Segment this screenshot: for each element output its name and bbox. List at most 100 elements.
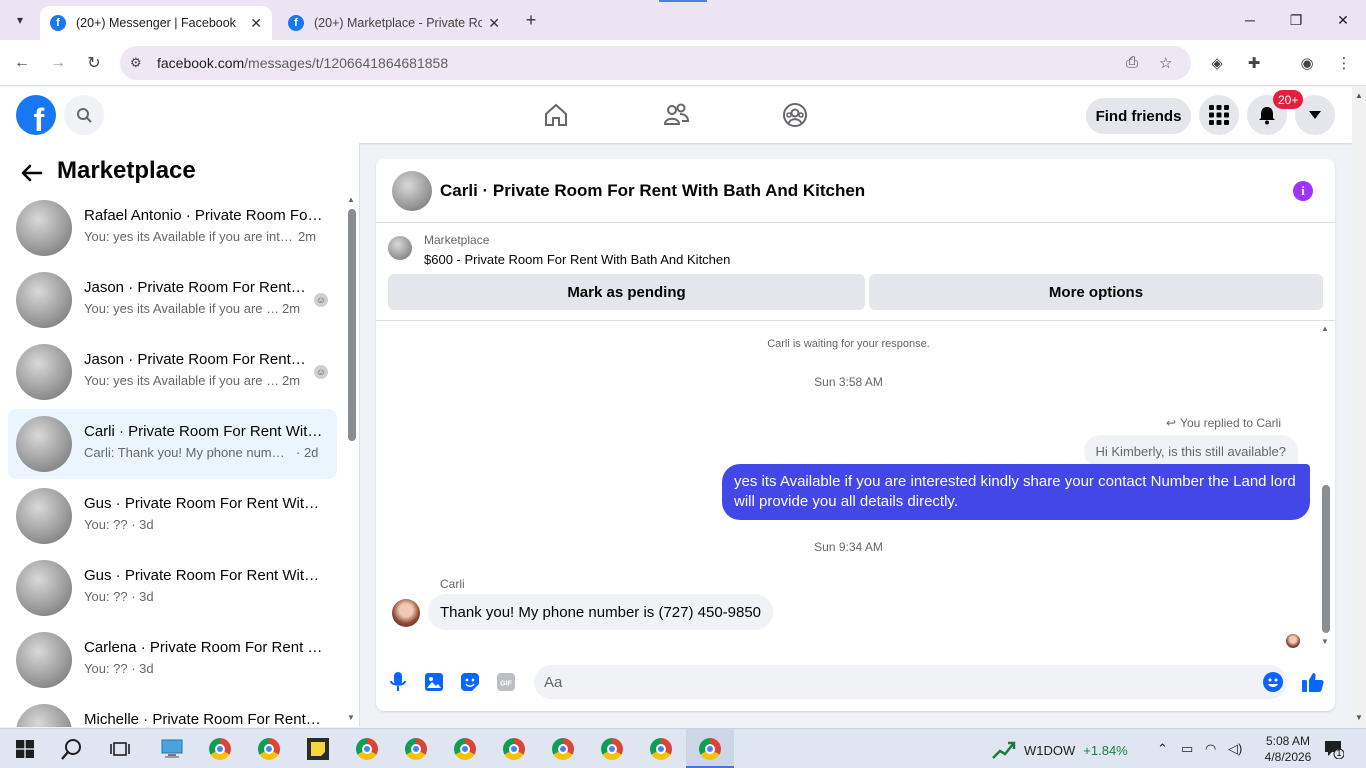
- browser-tab-messenger[interactable]: f (20+) Messenger | Facebook ✕: [40, 6, 272, 40]
- tab-search-button[interactable]: ▾: [8, 8, 32, 32]
- volume-icon[interactable]: ◁): [1228, 741, 1242, 757]
- message-input[interactable]: [534, 665, 1287, 699]
- address-bar[interactable]: ⚙ facebook.com/messages/t/12066418646818…: [120, 46, 1191, 80]
- menu-button[interactable]: [1199, 95, 1239, 135]
- battery-icon[interactable]: ▭: [1181, 741, 1193, 757]
- attach-photo-button[interactable]: [423, 671, 445, 693]
- back-button[interactable]: ←: [10, 51, 34, 75]
- taskbar-chrome-8[interactable]: [599, 736, 625, 762]
- close-tab-icon[interactable]: ✕: [488, 15, 500, 32]
- conversation-time: 2m: [298, 229, 317, 244]
- reload-button[interactable]: ↻: [82, 51, 106, 75]
- chat-avatar[interactable]: [392, 171, 432, 211]
- conversation-preview: You: yes its Available if you are intere…: [84, 301, 280, 316]
- facebook-favicon-icon: f: [288, 15, 304, 31]
- taskbar-sticky-notes[interactable]: [305, 736, 331, 762]
- conversation-item-selected[interactable]: Carli · Private Room For Rent With Bath …: [8, 409, 337, 479]
- replied-text: You replied to Carli: [1180, 416, 1281, 430]
- scroll-up-arrow[interactable]: ▲: [347, 195, 355, 204]
- sticker-button[interactable]: [459, 671, 481, 693]
- conversation-item[interactable]: Gus · Private Room For Rent With Bath An…: [8, 553, 337, 623]
- nav-groups[interactable]: [779, 99, 811, 131]
- taskbar-chrome-5[interactable]: [452, 736, 478, 762]
- taskbar-chrome-2[interactable]: [256, 736, 282, 762]
- restore-window-button[interactable]: ❐: [1284, 8, 1308, 32]
- facebook-favicon-icon: f: [50, 15, 66, 31]
- facebook-logo[interactable]: f: [16, 95, 56, 135]
- taskbar-chrome-6[interactable]: [501, 736, 527, 762]
- notification-center-button[interactable]: 1: [1324, 739, 1345, 760]
- browser-tab-strip: ▾ f (20+) Messenger | Facebook ✕ f (20+)…: [0, 0, 1366, 40]
- home-icon: [545, 103, 567, 126]
- gif-button[interactable]: GIF: [495, 671, 517, 693]
- conversation-item[interactable]: Carlena · Private Room For Rent With Bat…: [8, 625, 337, 695]
- taskbar-chrome-9[interactable]: [648, 736, 674, 762]
- close-tab-icon[interactable]: ✕: [250, 15, 262, 32]
- scroll-down-arrow[interactable]: ▼: [347, 713, 355, 722]
- wifi-icon[interactable]: ◠: [1205, 741, 1216, 757]
- conversation-item[interactable]: Jason · Private Room For Rent With Bath …: [8, 265, 337, 335]
- taskbar-chrome-active[interactable]: [697, 736, 723, 762]
- chrome-icon: [209, 738, 231, 760]
- page-scroll-up-arrow[interactable]: ▲: [1355, 91, 1363, 100]
- close-window-button[interactable]: ✕: [1331, 8, 1355, 32]
- page-scrollbar[interactable]: ▲ ▼: [1352, 87, 1366, 728]
- start-button[interactable]: [12, 736, 38, 762]
- nav-home[interactable]: [540, 99, 572, 131]
- back-to-chats-button[interactable]: [19, 160, 45, 186]
- sticky-notes-icon: [307, 738, 329, 760]
- taskbar-chrome-7[interactable]: [550, 736, 576, 762]
- conversation-name: Rafael Antonio · Private Room For Rent W…: [84, 207, 324, 224]
- outgoing-message[interactable]: yes its Available if you are interested …: [722, 464, 1310, 520]
- extensions-puzzle-icon[interactable]: ✚: [1243, 52, 1265, 74]
- taskbar-pc-app[interactable]: [159, 736, 185, 762]
- taskbar-chrome-1[interactable]: [207, 736, 233, 762]
- stock-widget[interactable]: W1DOW +1.84%: [992, 740, 1128, 760]
- taskbar-search-button[interactable]: [59, 736, 85, 762]
- minimize-window-button[interactable]: ─: [1238, 8, 1262, 32]
- chat-scroll-down-arrow[interactable]: ▼: [1321, 637, 1329, 646]
- marketplace-sidebar: Marketplace Rafael Antonio · Private Roo…: [0, 143, 360, 727]
- find-friends-button[interactable]: Find friends: [1086, 98, 1191, 134]
- taskbar-chrome-4[interactable]: [403, 736, 429, 762]
- mark-as-pending-button[interactable]: Mark as pending: [388, 274, 865, 310]
- voice-clip-button[interactable]: [387, 671, 409, 693]
- info-icon[interactable]: i: [1293, 181, 1313, 201]
- seen-avatar-icon: ☺: [314, 293, 328, 307]
- conversation-item[interactable]: Jason · Private Room For Rent With Bath …: [8, 337, 337, 407]
- arrow-right-icon: →: [50, 54, 66, 71]
- forward-button[interactable]: →: [46, 51, 70, 75]
- install-app-icon[interactable]: ⎙: [1126, 54, 1138, 71]
- sender-avatar[interactable]: [392, 599, 420, 627]
- chat-scroll-up-arrow[interactable]: ▲: [1321, 324, 1329, 333]
- extension-icon[interactable]: ◈: [1206, 52, 1228, 74]
- like-button[interactable]: [1302, 671, 1324, 693]
- browser-menu-icon[interactable]: ⋮: [1333, 52, 1355, 74]
- page-scroll-down-arrow[interactable]: ▼: [1355, 713, 1363, 722]
- facebook-search-button[interactable]: [64, 95, 104, 135]
- profile-icon[interactable]: ◉: [1296, 52, 1318, 74]
- browser-tab-marketplace[interactable]: f (20+) Marketplace - Private Roo ✕: [278, 6, 510, 40]
- site-info-icon[interactable]: ⚙: [130, 55, 142, 71]
- conversation-item[interactable]: Gus · Private Room For Rent With Bath An…: [8, 481, 337, 551]
- chrome-icon: [258, 738, 280, 760]
- new-tab-button[interactable]: +: [519, 8, 543, 32]
- conversation-item[interactable]: Rafael Antonio · Private Room For Rent W…: [8, 193, 337, 263]
- emoji-button[interactable]: [1262, 671, 1284, 693]
- listing-title[interactable]: $600 - Private Room For Rent With Bath A…: [424, 252, 730, 267]
- chat-scrollbar-thumb[interactable]: [1322, 485, 1330, 633]
- conversation-item[interactable]: Michelle · Private Room For Rent With Ba…: [8, 697, 337, 727]
- chat-title[interactable]: Carli · Private Room For Rent With Bath …: [440, 181, 865, 201]
- chat-panel: Carli · Private Room For Rent With Bath …: [376, 159, 1335, 711]
- taskbar-clock[interactable]: 5:08 AM 4/8/2026: [1258, 733, 1318, 765]
- nav-friends[interactable]: [660, 99, 692, 131]
- conversation-name: Michelle · Private Room For Rent With Ba…: [84, 711, 324, 727]
- task-view-button[interactable]: [107, 736, 133, 762]
- bookmark-star-icon[interactable]: ☆: [1159, 54, 1172, 72]
- more-options-button[interactable]: More options: [869, 274, 1323, 310]
- sidebar-scrollbar-thumb[interactable]: [348, 209, 356, 441]
- incoming-message[interactable]: Thank you! My phone number is (727) 450-…: [428, 594, 774, 630]
- show-hidden-icons-button[interactable]: ⌃: [1157, 741, 1168, 757]
- taskbar-chrome-3[interactable]: [354, 736, 380, 762]
- url-text[interactable]: facebook.com/messages/t/1206641864681858: [157, 55, 448, 71]
